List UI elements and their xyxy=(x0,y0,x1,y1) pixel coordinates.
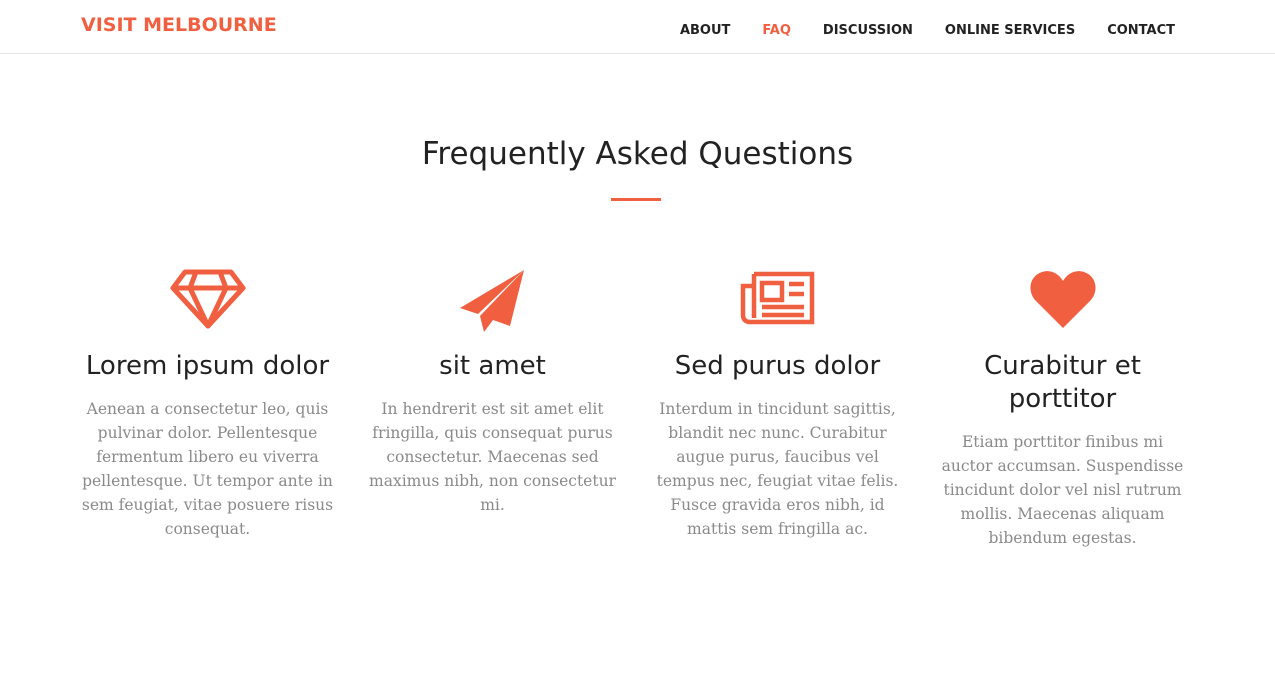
feature-title: Curabitur et porttitor xyxy=(984,351,1141,414)
brand-logo-link[interactable]: VISIT MELBOURNE xyxy=(81,14,277,36)
paper-plane-icon xyxy=(365,268,620,338)
nav-item-about: ABOUT xyxy=(648,19,730,38)
heart-icon xyxy=(935,268,1190,338)
nav-link-contact[interactable]: CONTACT xyxy=(1107,23,1175,38)
section-title: Frequently Asked Questions xyxy=(421,136,854,172)
features-row: Lorem ipsum dolor Aenean a consectetur l… xyxy=(65,268,1205,550)
feature-card: sit amet In hendrerit est sit amet elit … xyxy=(350,268,635,550)
nav-item-faq: FAQ xyxy=(730,19,791,38)
feature-title: Lorem ipsum dolor xyxy=(85,351,330,381)
nav-link-discussion[interactable]: DISCUSSION xyxy=(823,23,913,38)
nav-link-about[interactable]: ABOUT xyxy=(680,23,730,38)
feature-card: Curabitur et porttitor Etiam porttitor f… xyxy=(920,268,1205,550)
feature-text: Etiam porttitor finibus mi auctor accums… xyxy=(941,433,1184,547)
feature-text: Interdum in tincidunt sagittis, blandit … xyxy=(656,400,899,538)
feature-title: sit amet xyxy=(439,351,546,381)
diamond-icon xyxy=(80,268,335,338)
feature-title: Sed purus dolor xyxy=(674,351,881,381)
feature-text: In hendrerit est sit amet elit fringilla… xyxy=(369,400,616,514)
nav-link-online-services[interactable]: ONLINE SERVICES xyxy=(945,23,1075,38)
feature-card: Sed purus dolor Interdum in tincidunt sa… xyxy=(635,268,920,550)
nav-item-online-services: ONLINE SERVICES xyxy=(913,19,1075,38)
nav-item-contact: CONTACT xyxy=(1075,19,1175,38)
navbar: VISIT MELBOURNE ABOUT FAQ DISCUSSION ONL… xyxy=(0,0,1275,54)
nav-menu: ABOUT FAQ DISCUSSION ONLINE SERVICES CON… xyxy=(648,19,1175,38)
nav-item-discussion: DISCUSSION xyxy=(791,19,913,38)
newspaper-icon xyxy=(650,268,905,338)
section-divider xyxy=(611,198,661,201)
nav-link-faq[interactable]: FAQ xyxy=(762,23,791,38)
feature-card: Lorem ipsum dolor Aenean a consectetur l… xyxy=(65,268,350,550)
feature-text: Aenean a consectetur leo, quis pulvinar … xyxy=(81,400,334,538)
